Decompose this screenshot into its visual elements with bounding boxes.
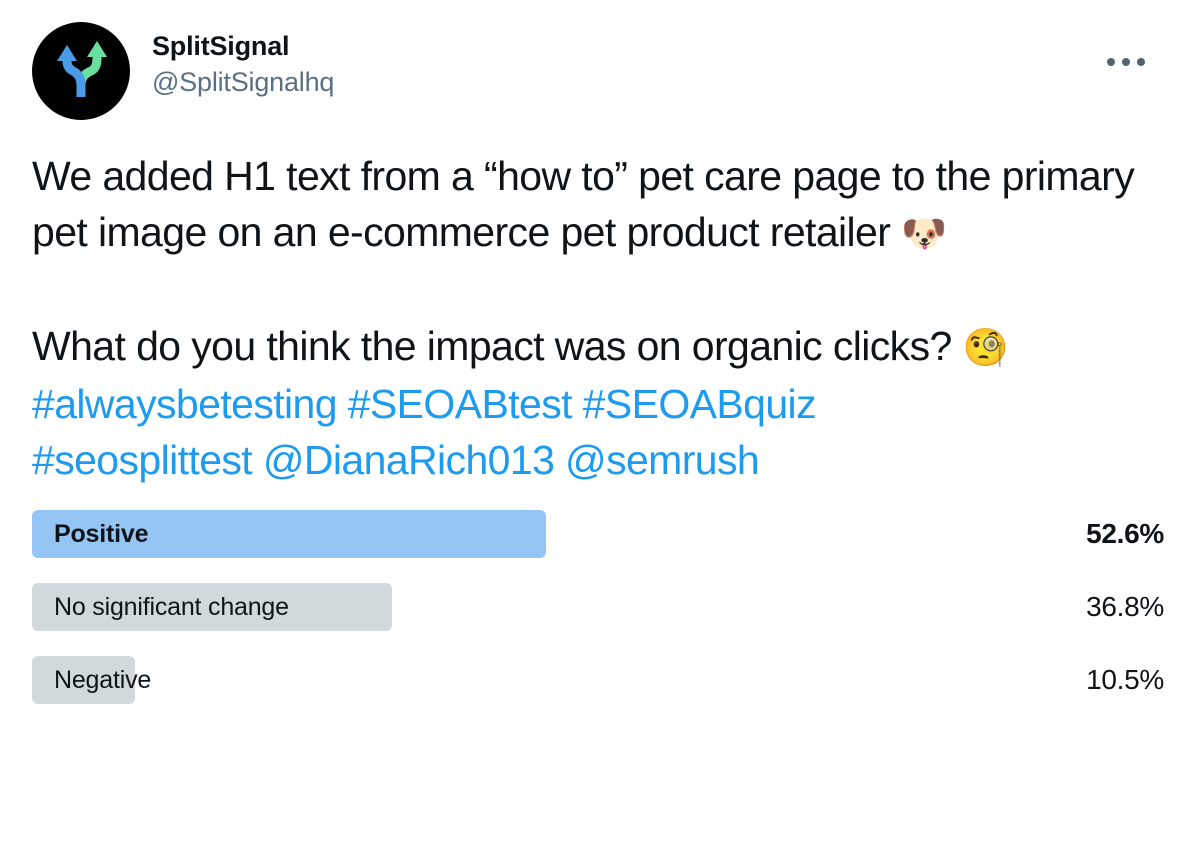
poll-option-label: Positive [54,519,149,548]
poll-option-percent: 52.6% [1086,518,1164,549]
poll-option-track: Positive [32,510,1009,558]
split-path-arrows-icon [57,41,107,97]
tweet-hashtags: #alwaysbetesting #SEOABtest #SEOABquiz #s… [32,376,1160,488]
poll-results: Positive 52.6% No significant change 36.… [32,510,1164,704]
tweet-header: SplitSignal @SplitSignalhq [32,22,1160,126]
poll-option-percent: 36.8% [1086,591,1164,622]
author-handle: @SplitSignalhq [152,66,335,97]
dog-face-emoji: 🐶 [901,212,947,255]
author-block[interactable]: SplitSignal @SplitSignalhq [152,22,334,99]
tweet-paragraph-2: What do you think the impact was on orga… [32,318,1160,376]
hashtag-line-2[interactable]: #seosplittest @DianaRich013 @semrush [32,437,760,483]
author-display-name: SplitSignal [152,31,290,61]
poll-option-label: Negative [54,665,152,694]
tweet-paragraph-1: We added H1 text from a “how to” pet car… [32,148,1160,262]
tweet-card: SplitSignal @SplitSignalhq We added H1 t… [0,0,1188,860]
more-options-ellipsis-icon [1107,58,1145,66]
poll-option-percent: 10.5% [1086,664,1164,695]
poll-option-track: Negative [32,656,1009,704]
poll-option-row[interactable]: Positive 52.6% [32,510,1164,558]
tweet-paragraph-1-text: We added H1 text from a “how to” pet car… [32,153,1135,255]
avatar[interactable] [32,22,130,120]
more-options-button[interactable] [1098,42,1154,82]
poll-option-row[interactable]: Negative 10.5% [32,656,1164,704]
poll-option-track: No significant change [32,583,1009,631]
monocle-face-emoji: 🧐 [962,326,1008,369]
tweet-text: We added H1 text from a “how to” pet car… [32,148,1160,488]
poll-option-row[interactable]: No significant change 36.8% [32,583,1164,631]
poll-option-label: No significant change [54,592,289,621]
tweet-paragraph-2-text: What do you think the impact was on orga… [32,323,963,369]
hashtag-line-1[interactable]: #alwaysbetesting #SEOABtest #SEOABquiz [32,381,817,427]
